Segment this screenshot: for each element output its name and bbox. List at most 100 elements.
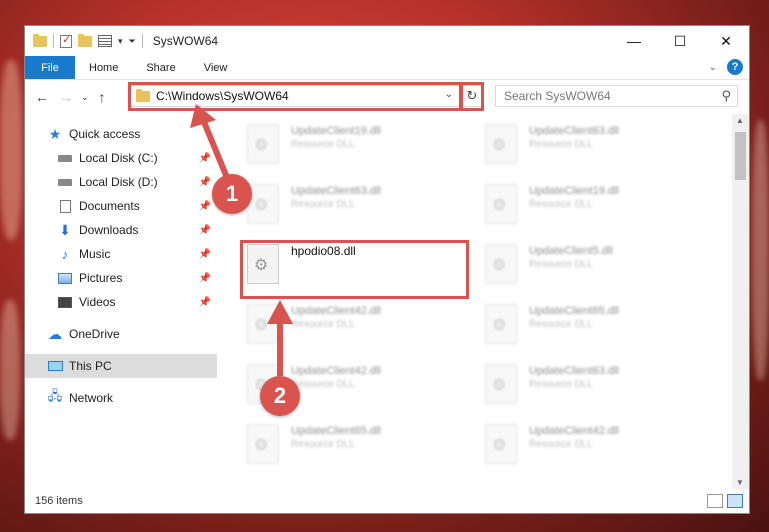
- file-type: Resource DLL: [529, 199, 593, 210]
- chevron-down-icon[interactable]: ▾: [118, 36, 123, 47]
- pictures-icon: [57, 271, 73, 285]
- scroll-thumb[interactable]: [735, 132, 746, 180]
- view-icon[interactable]: [98, 35, 112, 47]
- sidebar-item-label: Network: [69, 391, 114, 405]
- folder-icon: [33, 33, 47, 47]
- star-icon: ★: [48, 125, 62, 142]
- background-decoration: [0, 300, 20, 440]
- search-icon: ⚲: [721, 88, 731, 103]
- sidebar-item-label: This PC: [69, 359, 112, 373]
- up-arrow-icon[interactable]: ↑: [99, 89, 106, 105]
- file-type: Resource DLL: [291, 379, 355, 390]
- dll-file-icon: [247, 304, 279, 344]
- quick-access-toolbar: ▾ ⏷: [33, 33, 143, 48]
- file-name: UpdateClient63.dll: [529, 365, 619, 377]
- file-type: Resource DLL: [529, 139, 593, 150]
- dll-file-icon: [247, 424, 279, 464]
- file-item[interactable]: UpdateClient42.dll Resource DLL: [247, 304, 477, 354]
- sidebar-item-pictures[interactable]: Pictures 📌: [25, 266, 217, 290]
- help-icon[interactable]: ?: [727, 59, 743, 75]
- sidebar-item-music[interactable]: ♪ Music 📌: [25, 242, 217, 266]
- file-highlight-box: [240, 240, 469, 299]
- file-item[interactable]: UpdateClient19.dll Resource DLL: [247, 124, 477, 174]
- main-area: ★ Quick access Local Disk (C:) 📌 Local D…: [25, 114, 749, 489]
- tab-view[interactable]: View: [190, 56, 242, 79]
- scroll-up-icon[interactable]: ▲: [736, 116, 744, 125]
- vertical-scrollbar[interactable]: ▲ ▼: [732, 114, 749, 489]
- documents-icon: [57, 199, 73, 213]
- file-item[interactable]: UpdateClient63.dll Resource DLL: [247, 184, 477, 234]
- tab-file[interactable]: File: [25, 56, 75, 79]
- sidebar-item-label: Local Disk (C:): [79, 151, 158, 165]
- sidebar-item-onedrive[interactable]: ☁ OneDrive: [25, 322, 217, 346]
- view-toggle: [707, 494, 743, 508]
- minimize-button[interactable]: —: [611, 26, 657, 56]
- title-bar: ▾ ⏷ SysWOW64 — ☐ ✕: [25, 26, 749, 56]
- new-folder-icon[interactable]: [78, 33, 92, 47]
- file-type: Resource DLL: [291, 199, 355, 210]
- file-type: Resource DLL: [529, 379, 593, 390]
- details-view-icon[interactable]: [707, 494, 723, 508]
- pin-icon: 📌: [198, 248, 211, 260]
- file-item[interactable]: UpdateClient5.dll Resource DLL: [485, 244, 715, 294]
- properties-icon[interactable]: [60, 33, 72, 48]
- tab-share[interactable]: Share: [132, 56, 189, 79]
- file-item[interactable]: UpdateClient63.dll Resource DLL: [485, 124, 715, 174]
- sidebar-item-label: Documents: [79, 199, 140, 213]
- close-button[interactable]: ✕: [703, 26, 749, 56]
- pin-icon: 📌: [198, 272, 211, 284]
- customize-toolbar-icon[interactable]: ⏷: [129, 36, 136, 47]
- sidebar-item-label: Videos: [79, 295, 116, 309]
- file-name: UpdateClient65.dll: [291, 425, 381, 437]
- search-input[interactable]: Search SysWOW64 ⚲: [495, 85, 738, 107]
- onedrive-icon: ☁: [48, 325, 62, 342]
- file-item[interactable]: UpdateClient65.dll Resource DLL: [247, 424, 477, 474]
- scroll-down-icon[interactable]: ▼: [736, 478, 744, 487]
- drive-icon: [57, 151, 73, 165]
- file-name: UpdateClient42.dll: [291, 305, 381, 317]
- music-icon: ♪: [61, 246, 69, 262]
- forward-arrow-icon[interactable]: →: [59, 89, 73, 105]
- sidebar-item-network[interactable]: 🖧 Network: [25, 386, 217, 410]
- sidebar-item-quick-access[interactable]: ★ Quick access: [25, 122, 217, 146]
- sidebar-item-label: OneDrive: [69, 327, 120, 341]
- sidebar-item-documents[interactable]: Documents 📌: [25, 194, 217, 218]
- ribbon-tabs: File Home Share View ⌄ ?: [25, 56, 749, 80]
- window-controls: — ☐ ✕: [611, 26, 749, 56]
- dll-file-icon: [485, 304, 517, 344]
- file-list: UpdateClient19.dll Resource DLL UpdateCli…: [217, 114, 732, 489]
- recent-locations-icon[interactable]: ⌄: [81, 92, 89, 103]
- dll-file-icon: [485, 364, 517, 404]
- navigation-pane: ★ Quick access Local Disk (C:) 📌 Local D…: [25, 114, 217, 489]
- sidebar-item-videos[interactable]: Videos 📌: [25, 290, 217, 314]
- sidebar-item-local-disk-d[interactable]: Local Disk (D:) 📌: [25, 170, 217, 194]
- pin-icon: 📌: [198, 200, 211, 212]
- sidebar-item-local-disk-c[interactable]: Local Disk (C:) 📌: [25, 146, 217, 170]
- back-arrow-icon[interactable]: ←: [35, 89, 49, 105]
- file-type: Resource DLL: [291, 439, 355, 450]
- file-item[interactable]: UpdateClient19.dll Resource DLL: [485, 184, 715, 234]
- step-badge-1: 1: [212, 174, 252, 214]
- separator: [141, 34, 143, 48]
- status-bar: 156 items: [25, 489, 749, 513]
- videos-icon: [57, 295, 73, 309]
- file-type: Resource DLL: [529, 259, 593, 270]
- drive-icon: [57, 175, 73, 189]
- sidebar-item-this-pc[interactable]: This PC: [25, 354, 217, 378]
- file-item[interactable]: UpdateClient65.dll Resource DLL: [485, 304, 715, 354]
- downloads-icon: ⬇: [59, 221, 71, 238]
- sidebar-item-label: Local Disk (D:): [79, 175, 158, 189]
- file-item[interactable]: UpdateClient63.dll Resource DLL: [485, 364, 715, 414]
- tab-home[interactable]: Home: [75, 56, 132, 79]
- step-badge-2: 2: [260, 376, 300, 416]
- dll-file-icon: [485, 184, 517, 224]
- sidebar-item-label: Quick access: [69, 127, 141, 141]
- sidebar-item-downloads[interactable]: ⬇ Downloads 📌: [25, 218, 217, 242]
- maximize-button[interactable]: ☐: [657, 26, 703, 56]
- file-name: UpdateClient42.dll: [529, 425, 619, 437]
- large-icons-view-icon[interactable]: [727, 494, 743, 508]
- separator: [53, 34, 54, 48]
- expand-ribbon-icon[interactable]: ⌄: [709, 62, 717, 73]
- background-decoration: [0, 60, 22, 240]
- file-item[interactable]: UpdateClient42.dll Resource DLL: [485, 424, 715, 474]
